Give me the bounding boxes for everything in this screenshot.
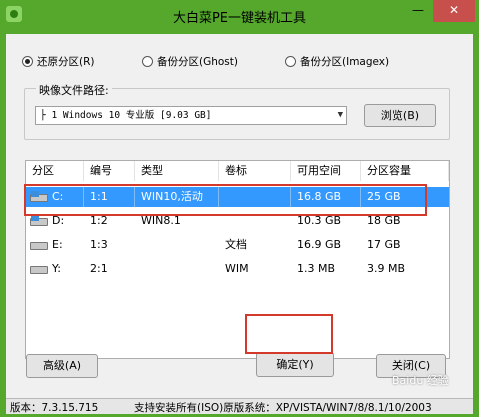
app-window: 大白菜PE一键装机工具 — ✕ 还原分区(R) 备份分区(Ghost) 备份分区… xyxy=(0,0,479,417)
image-path-value: ├ 1 Windows 10 专业版 [9.03 GB] xyxy=(40,110,212,121)
drive-icon xyxy=(30,240,48,250)
ok-button-annotation xyxy=(245,314,333,354)
drive-letter: Y: xyxy=(52,262,61,275)
radio-restore-partition[interactable]: 还原分区(R) xyxy=(22,53,95,69)
title-bar[interactable]: 大白菜PE一键装机工具 — ✕ xyxy=(0,0,479,30)
capacity-cell: 17 GB xyxy=(367,238,401,251)
radio-restore-label: 还原分区(R) xyxy=(37,55,95,68)
free-space-cell: 16.9 GB xyxy=(297,238,342,251)
column-header-number[interactable]: 编号 xyxy=(84,161,135,181)
advanced-button[interactable]: 高级(A) xyxy=(26,354,98,378)
radio-backup-ghost[interactable]: 备份分区(Ghost) xyxy=(142,53,238,69)
image-path-label: 映像文件路径: xyxy=(36,82,112,98)
drive-cell: E: xyxy=(26,235,84,255)
close-window-button[interactable]: ✕ xyxy=(433,0,475,22)
selected-row-annotation xyxy=(24,184,427,216)
column-header-partition[interactable]: 分区 xyxy=(26,161,84,181)
browse-button[interactable]: 浏览(B) xyxy=(364,104,436,127)
column-header-type[interactable]: 类型 xyxy=(135,161,219,181)
radio-dot-selected[interactable] xyxy=(22,55,33,67)
label-cell: WIM xyxy=(225,262,249,275)
version-text: 版本：7.3.15.715 xyxy=(10,402,99,414)
chevron-down-icon[interactable]: ▼ xyxy=(338,107,343,124)
windows-drive-icon xyxy=(30,215,48,226)
drive-letter: E: xyxy=(52,238,63,251)
radio-dot[interactable] xyxy=(142,55,153,67)
radio-backup-imagex[interactable]: 备份分区(Imagex) xyxy=(285,53,389,69)
drive-icon xyxy=(30,264,48,274)
radio-backup-ghost-label: 备份分区(Ghost) xyxy=(157,55,238,68)
client-area: 还原分区(R) 备份分区(Ghost) 备份分区(Imagex) 映像文件路径:… xyxy=(6,34,473,412)
radio-backup-imagex-label: 备份分区(Imagex) xyxy=(300,55,390,68)
ok-button[interactable]: 确定(Y) xyxy=(256,352,334,377)
capacity-cell: 3.9 MB xyxy=(367,262,406,275)
minimize-button[interactable]: — xyxy=(405,0,431,22)
column-header-label[interactable]: 卷标 xyxy=(219,161,291,181)
image-path-select[interactable]: ├ 1 Windows 10 专业版 [9.03 GB] ▼ xyxy=(35,106,347,125)
support-text: 支持安装所有(ISO)原版系统：XP/VISTA/WIN7/8/8.1/10/2… xyxy=(134,402,432,414)
column-header-capacity[interactable]: 分区容量 xyxy=(361,161,449,181)
radio-dot[interactable] xyxy=(285,55,296,67)
status-bar: 版本：7.3.15.715 支持安装所有(ISO)原版系统：XP/VISTA/W… xyxy=(6,398,473,414)
column-header-free-space[interactable]: 可用空间 xyxy=(291,161,361,181)
type-cell xyxy=(135,235,219,255)
table-row[interactable]: Y: 2:1 WIM 1.3 MB 3.9 MB xyxy=(26,259,449,279)
baidu-watermark: Baidu 经验 xyxy=(392,374,449,387)
drive-cell: Y: xyxy=(26,259,84,279)
number-cell: 2:1 xyxy=(90,262,108,275)
table-row[interactable]: E: 1:3 文档 16.9 GB 17 GB xyxy=(26,235,449,255)
label-cell: 文档 xyxy=(225,238,247,251)
free-space-cell: 1.3 MB xyxy=(297,262,336,275)
number-cell: 1:3 xyxy=(90,238,108,251)
type-cell xyxy=(135,259,219,279)
